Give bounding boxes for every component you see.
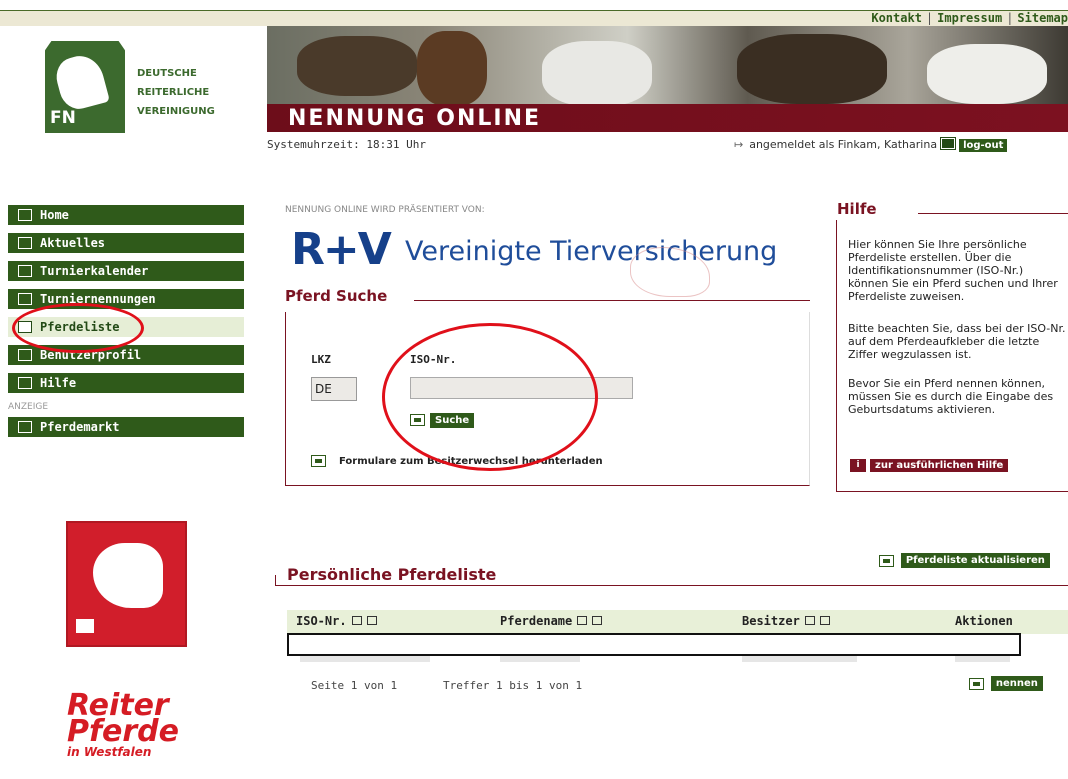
arrow-box-icon: [18, 377, 32, 389]
sort-down-icon[interactable]: [592, 616, 603, 625]
nav-item-hilfe[interactable]: Hilfe: [8, 373, 244, 393]
column-header-name[interactable]: Pferdename: [500, 614, 603, 628]
table-header: [287, 610, 1068, 634]
page-info: Seite 1 von 1: [311, 679, 398, 692]
help-paragraph-2: Bitte beachten Sie, dass bei der ISO-Nr.…: [848, 322, 1066, 361]
arrow-box-icon: [18, 349, 32, 361]
sort-up-icon[interactable]: [804, 616, 815, 625]
column-header-iso[interactable]: ISO-Nr.: [296, 614, 377, 628]
hit-count: Treffer 1 bis 1 von 1: [443, 679, 583, 692]
arrow-box-icon: [18, 265, 32, 277]
logo-text: FN: [50, 108, 76, 128]
login-status: ↦ angemeldet als Finkam, Katharina log-out: [734, 137, 1008, 152]
arrow-box-icon: [18, 293, 32, 305]
help-title-rule: [918, 213, 1068, 214]
arrow-box-icon: [18, 421, 32, 433]
lkz-label: LKZ: [311, 353, 331, 366]
login-text: angemeldet als Finkam, Katharina: [749, 138, 938, 151]
sort-down-icon[interactable]: [819, 616, 830, 625]
logout-button[interactable]: log-out: [959, 139, 1008, 152]
redacted-owner: [742, 656, 857, 662]
list-panel-rule: [275, 585, 1068, 586]
annotation-circle-iso-input: [382, 323, 598, 471]
arrow-box-icon: [18, 209, 32, 221]
sort-up-icon[interactable]: [577, 616, 588, 625]
organization-name: DEUTSCHE REITERLICHE VEREINIGUNG: [137, 68, 215, 117]
annotation-circle-pferdeliste: [12, 303, 144, 353]
impressum-link[interactable]: Impressum: [937, 11, 1002, 25]
logout-arrow-icon[interactable]: [940, 137, 957, 150]
help-paragraph-3: Bevor Sie ein Pferd nennen können, müsse…: [848, 377, 1054, 416]
nav-item-pferdemarkt[interactable]: Pferdemarkt: [8, 417, 244, 437]
lkz-input[interactable]: [311, 377, 357, 401]
refresh-arrow-icon: [879, 554, 894, 567]
update-list-button[interactable]: Pferdeliste aktualisieren: [879, 553, 1050, 568]
sponsor-name: Vereinigte Tierversicherung: [405, 236, 778, 267]
sitemap-link[interactable]: Sitemap: [1017, 11, 1068, 25]
arrow-icon: ↦: [734, 138, 744, 151]
sponsor-label: NENNUNG ONLINE WIRD PRÄSENTIERT VON:: [285, 205, 485, 215]
redacted-iso: [300, 656, 430, 662]
column-header-owner[interactable]: Besitzer: [742, 614, 830, 628]
banner-title: NENNUNG ONLINE: [288, 106, 542, 131]
house-icon: [76, 619, 94, 633]
help-paragraph-1: Hier können Sie Ihre persönliche Pferdel…: [848, 238, 1058, 303]
table-row-redacted[interactable]: [287, 633, 1021, 656]
nav-item-home[interactable]: Home: [8, 205, 244, 225]
search-title-rule: [414, 300, 810, 301]
horse-icon: [93, 543, 163, 608]
kontakt-link[interactable]: Kontakt: [871, 11, 922, 25]
rv-logo[interactable]: R+V: [291, 225, 392, 275]
help-title: Hilfe: [837, 200, 877, 218]
action-icons[interactable]: [955, 656, 1010, 662]
redacted-name: [500, 656, 580, 662]
sort-up-icon[interactable]: [351, 616, 362, 625]
westfalen-crest-logo[interactable]: [66, 521, 187, 647]
nennen-arrow-icon: [969, 677, 984, 690]
info-icon: i: [850, 459, 866, 472]
system-time: Systemuhrzeit: 18:31 Uhr: [267, 138, 426, 151]
ad-label: ANZEIGE: [8, 402, 49, 412]
full-help-button[interactable]: i zur ausführlichen Hilfe: [850, 459, 1009, 474]
horse-list-title: Persönliche Pferdeliste: [287, 565, 497, 584]
sort-down-icon[interactable]: [366, 616, 377, 625]
column-header-actions: Aktionen: [955, 614, 1013, 628]
nav-item-turnierkalender[interactable]: Turnierkalender: [8, 261, 244, 281]
nennen-button[interactable]: nennen: [969, 676, 1043, 691]
arrow-box-icon: [18, 237, 32, 249]
top-links: Kontakt | Impressum | Sitemap: [871, 11, 1068, 25]
download-arrow-icon[interactable]: [311, 455, 326, 467]
reiter-pferde-logo[interactable]: Reiter Pferde in Westfalen: [67, 691, 179, 760]
nav-item-aktuelles[interactable]: Aktuelles: [8, 233, 244, 253]
search-section-title: Pferd Suche: [285, 287, 388, 305]
